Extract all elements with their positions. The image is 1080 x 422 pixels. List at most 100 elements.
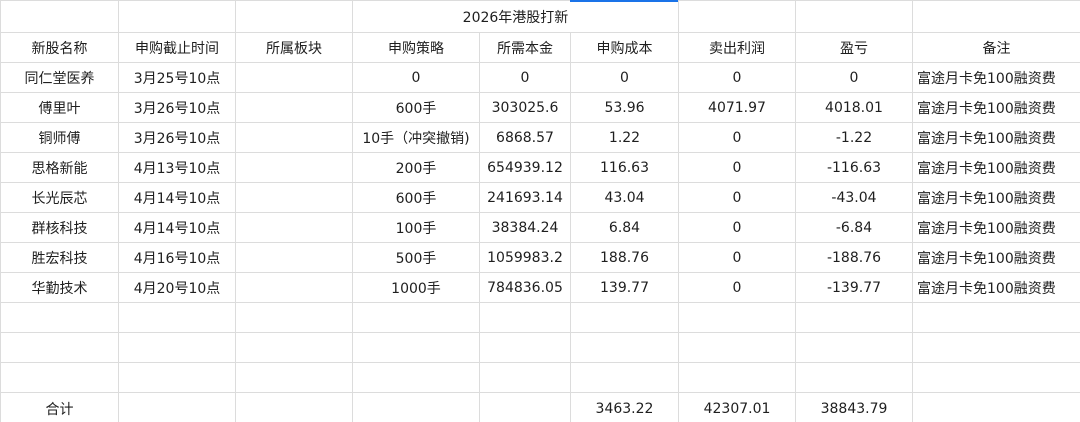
cell-sector[interactable] — [235, 152, 353, 183]
cell-note[interactable]: 富途月卡免100融资费 — [912, 122, 1080, 153]
cell-capital[interactable]: 6868.57 — [479, 122, 571, 153]
cell-sector[interactable] — [235, 182, 353, 213]
cell[interactable] — [678, 0, 796, 33]
cell-note[interactable]: 富途月卡免100融资费 — [912, 272, 1080, 303]
empty-cell[interactable] — [0, 332, 119, 363]
empty-cell[interactable] — [352, 362, 480, 393]
cell[interactable] — [235, 392, 353, 422]
cell-strategy[interactable]: 600手 — [352, 182, 480, 213]
empty-cell[interactable] — [912, 362, 1080, 393]
cell[interactable] — [118, 0, 236, 33]
header-sector[interactable]: 所属板块 — [235, 32, 353, 63]
empty-cell[interactable] — [479, 332, 571, 363]
cell-strategy[interactable]: 100手 — [352, 212, 480, 243]
cell-strategy[interactable]: 200手 — [352, 152, 480, 183]
cell-capital[interactable]: 1059983.2 — [479, 242, 571, 273]
cell-deadline[interactable]: 3月25号10点 — [118, 62, 236, 93]
cell-deadline[interactable]: 3月26号10点 — [118, 92, 236, 123]
header-capital[interactable]: 所需本金 — [479, 32, 571, 63]
total-label[interactable]: 合计 — [0, 392, 119, 422]
cell-cost[interactable]: 43.04 — [570, 182, 679, 213]
cell-capital[interactable]: 654939.12 — [479, 152, 571, 183]
cell-profit[interactable]: 4071.97 — [678, 92, 796, 123]
empty-cell[interactable] — [570, 302, 679, 333]
cell-deadline[interactable]: 4月14号10点 — [118, 182, 236, 213]
empty-cell[interactable] — [235, 302, 353, 333]
cell-pnl[interactable]: -188.76 — [795, 242, 913, 273]
cell-capital[interactable]: 303025.6 — [479, 92, 571, 123]
cell-pnl[interactable]: -1.22 — [795, 122, 913, 153]
cell-cost[interactable]: 6.84 — [570, 212, 679, 243]
cell-sector[interactable] — [235, 212, 353, 243]
empty-cell[interactable] — [0, 302, 119, 333]
cell-sector[interactable] — [235, 62, 353, 93]
cell-pnl[interactable]: 0 — [795, 62, 913, 93]
cell-pnl[interactable]: -139.77 — [795, 272, 913, 303]
cell-strategy[interactable]: 500手 — [352, 242, 480, 273]
cell-name[interactable]: 同仁堂医养 — [0, 62, 119, 93]
cell-profit[interactable]: 0 — [678, 212, 796, 243]
header-deadline[interactable]: 申购截止时间 — [118, 32, 236, 63]
cell-profit[interactable]: 0 — [678, 122, 796, 153]
cell-note[interactable]: 富途月卡免100融资费 — [912, 152, 1080, 183]
cell-capital[interactable]: 0 — [479, 62, 571, 93]
cell-cost[interactable]: 139.77 — [570, 272, 679, 303]
empty-cell[interactable] — [795, 362, 913, 393]
empty-cell[interactable] — [352, 302, 480, 333]
cell-pnl[interactable]: -43.04 — [795, 182, 913, 213]
cell-deadline[interactable]: 3月26号10点 — [118, 122, 236, 153]
empty-cell[interactable] — [678, 332, 796, 363]
cell-deadline[interactable]: 4月16号10点 — [118, 242, 236, 273]
cell-note[interactable]: 富途月卡免100融资费 — [912, 62, 1080, 93]
cell[interactable] — [912, 0, 1080, 33]
empty-cell[interactable] — [118, 362, 236, 393]
empty-cell[interactable] — [479, 362, 571, 393]
cell-cost[interactable]: 1.22 — [570, 122, 679, 153]
header-pnl[interactable]: 盈亏 — [795, 32, 913, 63]
total-cost[interactable]: 3463.22 — [570, 392, 679, 422]
cell-profit[interactable]: 0 — [678, 272, 796, 303]
empty-cell[interactable] — [678, 362, 796, 393]
cell-profit[interactable]: 0 — [678, 152, 796, 183]
cell-cost[interactable]: 188.76 — [570, 242, 679, 273]
header-strategy[interactable]: 申购策略 — [352, 32, 480, 63]
cell-note[interactable]: 富途月卡免100融资费 — [912, 242, 1080, 273]
cell-cost[interactable]: 116.63 — [570, 152, 679, 183]
cell-strategy[interactable]: 1000手 — [352, 272, 480, 303]
cell[interactable] — [795, 0, 913, 33]
header-name[interactable]: 新股名称 — [0, 32, 119, 63]
cell[interactable] — [352, 392, 480, 422]
empty-cell[interactable] — [795, 332, 913, 363]
cell-profit[interactable]: 0 — [678, 242, 796, 273]
cell-note[interactable]: 富途月卡免100融资费 — [912, 182, 1080, 213]
cell[interactable] — [118, 392, 236, 422]
cell-pnl[interactable]: 4018.01 — [795, 92, 913, 123]
empty-cell[interactable] — [118, 302, 236, 333]
cell[interactable] — [479, 392, 571, 422]
cell-capital[interactable]: 38384.24 — [479, 212, 571, 243]
cell-capital[interactable]: 241693.14 — [479, 182, 571, 213]
empty-cell[interactable] — [912, 302, 1080, 333]
empty-cell[interactable] — [118, 332, 236, 363]
cell-name[interactable]: 傅里叶 — [0, 92, 119, 123]
cell-name[interactable]: 华勤技术 — [0, 272, 119, 303]
cell-note[interactable]: 富途月卡免100融资费 — [912, 92, 1080, 123]
empty-cell[interactable] — [235, 332, 353, 363]
header-note[interactable]: 备注 — [912, 32, 1080, 63]
cell-pnl[interactable]: -116.63 — [795, 152, 913, 183]
cell-deadline[interactable]: 4月13号10点 — [118, 152, 236, 183]
cell-sector[interactable] — [235, 92, 353, 123]
header-cost[interactable]: 申购成本 — [570, 32, 679, 63]
empty-cell[interactable] — [0, 362, 119, 393]
cell[interactable] — [0, 0, 119, 33]
cell-strategy[interactable]: 600手 — [352, 92, 480, 123]
cell-profit[interactable]: 0 — [678, 182, 796, 213]
cell-note[interactable]: 富途月卡免100融资费 — [912, 212, 1080, 243]
cell-name[interactable]: 胜宏科技 — [0, 242, 119, 273]
cell-cost[interactable]: 53.96 — [570, 92, 679, 123]
cell-deadline[interactable]: 4月20号10点 — [118, 272, 236, 303]
cell-name[interactable]: 长光辰芯 — [0, 182, 119, 213]
empty-cell[interactable] — [570, 362, 679, 393]
empty-cell[interactable] — [235, 362, 353, 393]
cell-strategy[interactable]: 10手（冲突撤销) — [352, 122, 480, 153]
